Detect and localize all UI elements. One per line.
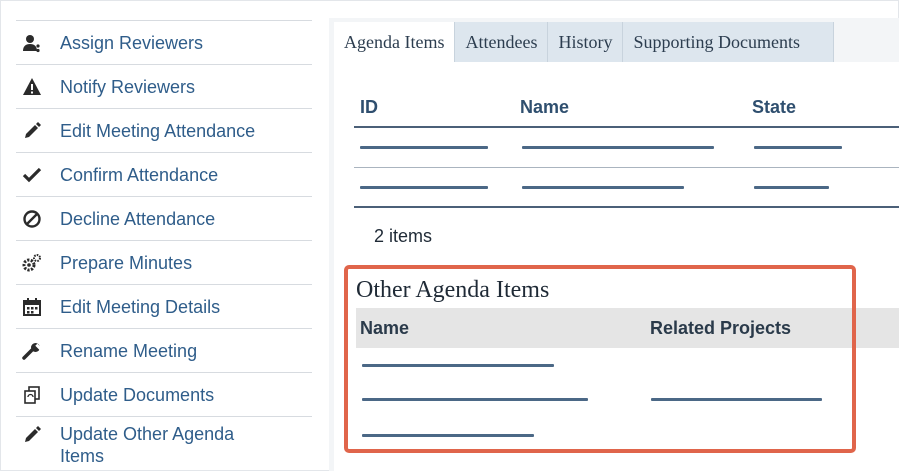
sidebar-item-decline-attendance[interactable]: Decline Attendance: [16, 196, 312, 240]
sidebar-item-label: Notify Reviewers: [60, 76, 196, 97]
tab-history[interactable]: History: [548, 22, 624, 62]
sidebar-item-update-other-agenda-items[interactable]: Update Other Agenda Items: [16, 416, 312, 476]
checkmark-icon: [22, 165, 42, 185]
item-count: 2 items: [374, 226, 433, 246]
calendar-icon: [22, 297, 42, 317]
table-bottom-divider: [354, 206, 899, 208]
redacted-cell: [754, 186, 829, 189]
redacted-cell: [360, 146, 488, 149]
sidebar-item-label: Decline Attendance: [60, 208, 216, 229]
redacted-cell: [360, 186, 488, 189]
tab-bar: Agenda Items Attendees History Supportin…: [334, 22, 835, 62]
sidebar-item-edit-meeting-details[interactable]: Edit Meeting Details: [16, 284, 312, 328]
redacted-cell: [522, 146, 714, 149]
row-divider: [354, 167, 899, 168]
assign-reviewers-icon: [22, 33, 42, 53]
sidebar-item-label: Edit Meeting Attendance: [60, 120, 256, 141]
pencil-icon: [22, 121, 42, 141]
tab-agenda-items[interactable]: Agenda Items: [334, 22, 456, 62]
sidebar-item-label: Edit Meeting Details: [60, 296, 221, 317]
activity-sidebar: Assign Reviewers Notify Reviewers Edit M…: [16, 20, 312, 476]
column-header-state[interactable]: State: [752, 97, 796, 118]
sidebar-item-label: Assign Reviewers: [60, 32, 204, 53]
prohibited-icon: [22, 209, 42, 229]
documents-icon: [22, 385, 42, 405]
pencil-icon: [22, 425, 42, 445]
sidebar-item-notify-reviewers[interactable]: Notify Reviewers: [16, 64, 312, 108]
sidebar-item-prepare-minutes[interactable]: Prepare Minutes: [16, 240, 312, 284]
sidebar-item-edit-meeting-attendance[interactable]: Edit Meeting Attendance: [16, 108, 312, 152]
sidebar-item-label: Prepare Minutes: [60, 252, 193, 273]
sidebar-item-label: Rename Meeting: [60, 340, 198, 361]
tab-supporting-documents[interactable]: Supporting Documents: [623, 22, 835, 62]
sidebar-item-assign-reviewers[interactable]: Assign Reviewers: [16, 20, 312, 64]
column-header-name[interactable]: Name: [520, 97, 569, 118]
redacted-cell: [522, 186, 684, 189]
sidebar-item-update-documents[interactable]: Update Documents: [16, 372, 312, 416]
sidebar-item-label: Confirm Attendance: [60, 164, 219, 185]
redacted-cell: [754, 146, 842, 149]
sidebar-item-label: Update Other Agenda Items: [60, 424, 235, 466]
sidebar-item-confirm-attendance[interactable]: Confirm Attendance: [16, 152, 312, 196]
tab-attendees[interactable]: Attendees: [455, 22, 549, 62]
gears-icon: [22, 253, 42, 273]
column-header-id[interactable]: ID: [360, 97, 378, 118]
sidebar-item-rename-meeting[interactable]: Rename Meeting: [16, 328, 312, 372]
wrench-icon: [22, 341, 42, 361]
warning-icon: [22, 77, 42, 97]
sidebar-item-label: Update Documents: [60, 384, 215, 405]
table-header-divider: [354, 126, 899, 128]
highlight-box: [344, 265, 856, 453]
